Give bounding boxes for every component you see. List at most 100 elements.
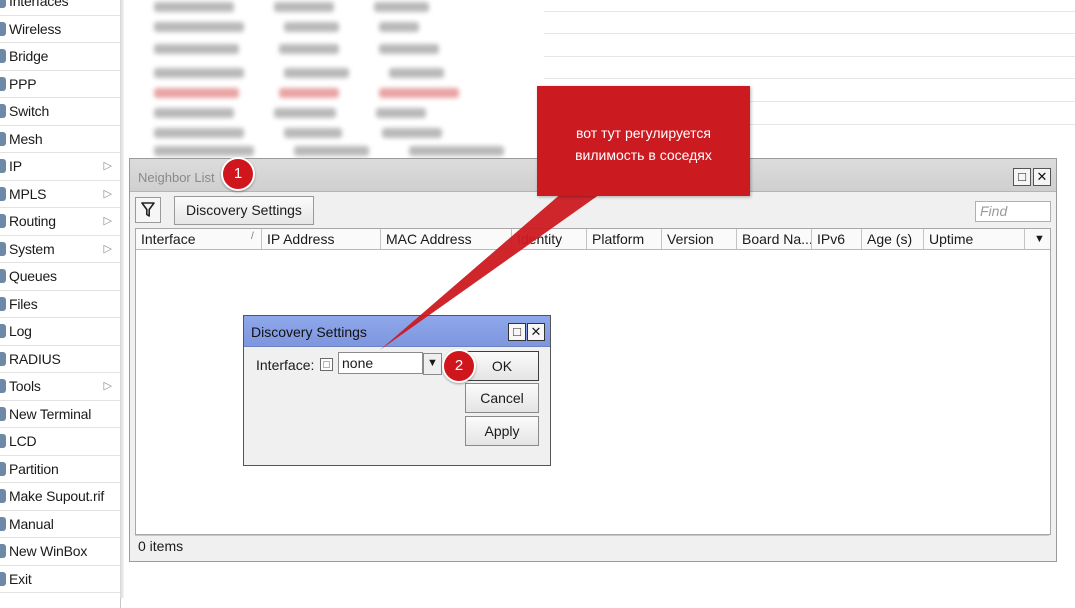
column-age[interactable]: Age (s)	[862, 229, 924, 249]
submenu-arrow-icon: ▷	[103, 160, 112, 172]
sidebar-item-files[interactable]: Files	[0, 291, 120, 318]
column-interface[interactable]: Interface	[136, 229, 262, 249]
maximize-icon[interactable]: □	[1013, 168, 1031, 186]
sidebar-item-label: PPP	[9, 75, 37, 92]
sidebar-item-label: Switch	[9, 103, 50, 120]
filter-button[interactable]	[135, 197, 161, 223]
sidebar-item-label: Bridge	[9, 48, 49, 65]
winbox-icon	[0, 544, 6, 559]
interface-dropdown-button[interactable]: ▼	[423, 353, 442, 375]
files-icon	[0, 296, 6, 311]
sidebar-item-label: IP	[9, 158, 22, 175]
sidebar-item-partition[interactable]: Partition	[0, 456, 120, 483]
column-platform[interactable]: Platform	[587, 229, 662, 249]
exit-icon	[0, 571, 6, 586]
sidebar-item-ip[interactable]: IP ▷	[0, 153, 120, 181]
sidebar-item-label: Partition	[9, 460, 59, 477]
sidebar-item-bridge[interactable]: Bridge	[0, 43, 120, 71]
sidebar-item-label: Make Supout.rif	[9, 488, 105, 505]
column-identity[interactable]: Identity	[512, 229, 587, 249]
sidebar-item-label: RADIUS	[9, 350, 61, 367]
supout-icon	[0, 489, 6, 504]
sidebar-item-label: Routing	[9, 213, 56, 230]
dropdown-arrow-icon: ▼	[427, 357, 438, 369]
apply-button[interactable]: Apply	[465, 416, 539, 446]
submenu-arrow-icon: ▷	[103, 215, 112, 227]
column-version[interactable]: Version	[662, 229, 737, 249]
table-header: Interface / IP Address MAC Address Ident…	[136, 229, 1050, 250]
sidebar-item-manual[interactable]: Manual	[0, 511, 120, 538]
submenu-arrow-icon: ▷	[103, 187, 112, 200]
bridge-icon	[0, 49, 6, 64]
interfaces-icon	[0, 0, 6, 9]
sidebar-item-label: Mesh	[9, 130, 43, 147]
sidebar-item-label: Wireless	[9, 20, 62, 37]
sidebar-item-new-winbox[interactable]: New WinBox	[0, 538, 120, 566]
sidebar-item-label: Queues	[9, 268, 57, 285]
sidebar-item-label: LCD	[9, 433, 37, 450]
dialog-maximize-icon[interactable]: □	[508, 323, 526, 341]
column-ipv6[interactable]: IPv6	[812, 229, 862, 249]
tools-icon	[0, 379, 6, 394]
annotation-marker-1: 1	[221, 157, 255, 191]
interface-not-checkbox[interactable]	[320, 358, 333, 371]
sidebar-item-label: MPLS	[9, 185, 47, 202]
status-bar: 0 items	[135, 535, 1049, 555]
interface-label: Interface:	[256, 357, 315, 373]
manual-icon	[0, 516, 6, 531]
sidebar-item-new-terminal[interactable]: New Terminal	[0, 401, 120, 428]
sidebar-item-interfaces[interactable]: Interfaces	[0, 0, 120, 16]
sidebar-item-label: Interfaces	[9, 0, 69, 10]
wireless-icon	[0, 21, 6, 36]
sidebar-item-label: Log	[9, 323, 32, 340]
sidebar-item-switch[interactable]: Switch	[0, 98, 120, 126]
discovery-settings-button[interactable]: Discovery Settings	[174, 196, 314, 225]
sort-indicator-icon: /	[251, 231, 254, 242]
sidebar-item-label: New Terminal	[9, 405, 92, 422]
sidebar-item-system[interactable]: System ▷	[0, 236, 120, 263]
sidebar-item-wireless[interactable]: Wireless	[0, 16, 120, 43]
sidebar-item-routing[interactable]: Routing ▷	[0, 208, 120, 236]
annotation-callout: вот тут регулируется вилимость в соседях	[537, 86, 750, 196]
cancel-button[interactable]: Cancel	[465, 383, 539, 413]
sidebar-item-mesh[interactable]: Mesh	[0, 126, 120, 153]
column-board-name[interactable]: Board Na...	[737, 229, 812, 249]
partition-icon	[0, 461, 6, 476]
sidebar-item-make-supout-rif[interactable]: Make Supout.rif	[0, 483, 120, 511]
ppp-icon	[0, 76, 6, 91]
column-ip-address[interactable]: IP Address	[262, 229, 381, 249]
radius-icon	[0, 351, 6, 366]
sidebar-item-mpls[interactable]: MPLS ▷	[0, 181, 120, 208]
dialog-titlebar[interactable]: Discovery Settings □ ✕	[244, 316, 550, 347]
ok-button[interactable]: OK	[465, 351, 539, 381]
sidebar-item-label: Files	[9, 295, 38, 312]
close-icon[interactable]: ✕	[1033, 168, 1051, 186]
dialog-title: Discovery Settings	[251, 324, 367, 340]
sidebar-item-log[interactable]: Log	[0, 318, 120, 346]
filter-icon	[141, 202, 155, 217]
discovery-settings-dialog: Discovery Settings □ ✕ Interface: none ▼…	[243, 315, 551, 466]
dialog-close-icon[interactable]: ✕	[527, 323, 545, 341]
callout-text: вот тут регулируется вилимость в соседях	[575, 125, 712, 163]
terminal-icon	[0, 406, 6, 421]
switch-icon	[0, 104, 6, 119]
column-mac-address[interactable]: MAC Address	[381, 229, 512, 249]
interface-field[interactable]: none	[338, 352, 423, 374]
sidebar-menu: Interfaces Wireless Bridge PPP Switch Mesh IP ▷…	[0, 0, 121, 608]
sidebar-item-ppp[interactable]: PPP	[0, 71, 120, 98]
sidebar-item-tools[interactable]: Tools ▷	[0, 373, 120, 401]
sidebar-item-exit[interactable]: Exit	[0, 566, 120, 593]
ip-icon	[0, 159, 6, 174]
column-uptime[interactable]: Uptime	[924, 229, 1025, 249]
system-icon	[0, 241, 6, 256]
sidebar-item-lcd[interactable]: LCD	[0, 428, 120, 456]
sidebar-item-queues[interactable]: Queues	[0, 263, 120, 291]
log-icon	[0, 324, 6, 339]
mesh-icon	[0, 131, 6, 146]
mpls-icon	[0, 186, 6, 201]
sidebar-item-label: New WinBox	[9, 543, 88, 560]
column-menu-button[interactable]: ▼	[1029, 229, 1050, 249]
find-input[interactable]: Find	[975, 201, 1051, 222]
sidebar-item-label: Manual	[9, 515, 54, 532]
sidebar-item-radius[interactable]: RADIUS	[0, 346, 120, 373]
